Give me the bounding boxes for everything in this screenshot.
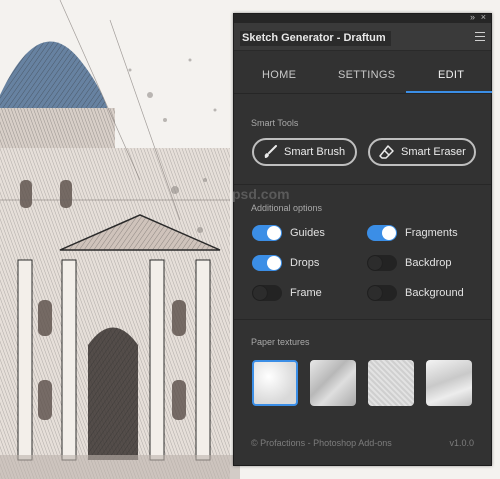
smart-eraser-label: Smart Eraser bbox=[401, 146, 466, 158]
watermark-text: psd.com bbox=[232, 186, 290, 202]
tab-divider bbox=[234, 93, 491, 94]
sketch-generator-panel: » × Sketch Generator - Draftum HOME SETT… bbox=[232, 12, 492, 466]
footer-version: v1.0.0 bbox=[449, 438, 474, 448]
option-backdrop[interactable]: Backdrop bbox=[367, 255, 451, 271]
section-divider bbox=[234, 319, 491, 320]
hamburger-menu-icon[interactable] bbox=[475, 32, 485, 41]
tab-home[interactable]: HOME bbox=[262, 69, 296, 81]
smart-tools-heading: Smart Tools bbox=[251, 118, 299, 128]
frame-label: Frame bbox=[290, 287, 322, 299]
tab-edit[interactable]: EDIT bbox=[438, 69, 464, 81]
close-icon[interactable]: × bbox=[481, 12, 486, 22]
panel-title-bar: Sketch Generator - Draftum bbox=[234, 23, 491, 51]
footer-credit: © Profactions - Photoshop Add-ons bbox=[251, 438, 392, 448]
option-guides[interactable]: Guides bbox=[252, 225, 325, 241]
collapse-icon[interactable]: » bbox=[470, 12, 475, 22]
option-frame[interactable]: Frame bbox=[252, 285, 322, 301]
option-drops[interactable]: Drops bbox=[252, 255, 319, 271]
tab-settings[interactable]: SETTINGS bbox=[338, 69, 395, 81]
additional-options-heading: Additional options bbox=[251, 203, 323, 213]
backdrop-label: Backdrop bbox=[405, 257, 452, 269]
drops-label: Drops bbox=[290, 257, 320, 269]
smart-eraser-button[interactable]: Smart Eraser bbox=[368, 138, 476, 166]
smart-brush-label: Smart Brush bbox=[284, 146, 346, 158]
option-fragments[interactable]: Fragments bbox=[367, 225, 458, 241]
paper-texture-3[interactable] bbox=[368, 360, 414, 406]
brush-icon bbox=[264, 145, 277, 158]
paper-textures-heading: Paper textures bbox=[251, 337, 310, 347]
guides-label: Guides bbox=[290, 227, 325, 239]
fragments-label: Fragments bbox=[405, 227, 458, 239]
drops-toggle[interactable] bbox=[252, 255, 282, 271]
paper-texture-1[interactable] bbox=[252, 360, 298, 406]
frame-toggle[interactable] bbox=[252, 285, 282, 301]
panel-title: Sketch Generator - Draftum bbox=[240, 31, 391, 46]
paper-texture-2[interactable] bbox=[310, 360, 356, 406]
background-toggle[interactable] bbox=[367, 285, 397, 301]
fragments-toggle[interactable] bbox=[367, 225, 397, 241]
paper-texture-4[interactable] bbox=[426, 360, 472, 406]
background-label: Background bbox=[405, 287, 464, 299]
option-background[interactable]: Background bbox=[367, 285, 464, 301]
backdrop-toggle[interactable] bbox=[367, 255, 397, 271]
smart-brush-button[interactable]: Smart Brush bbox=[252, 138, 357, 166]
tab-bar: HOME SETTINGS EDIT bbox=[234, 51, 492, 94]
panel-top-strip: » × bbox=[234, 12, 491, 23]
section-divider bbox=[234, 184, 491, 185]
eraser-icon bbox=[379, 145, 394, 159]
guides-toggle[interactable] bbox=[252, 225, 282, 241]
